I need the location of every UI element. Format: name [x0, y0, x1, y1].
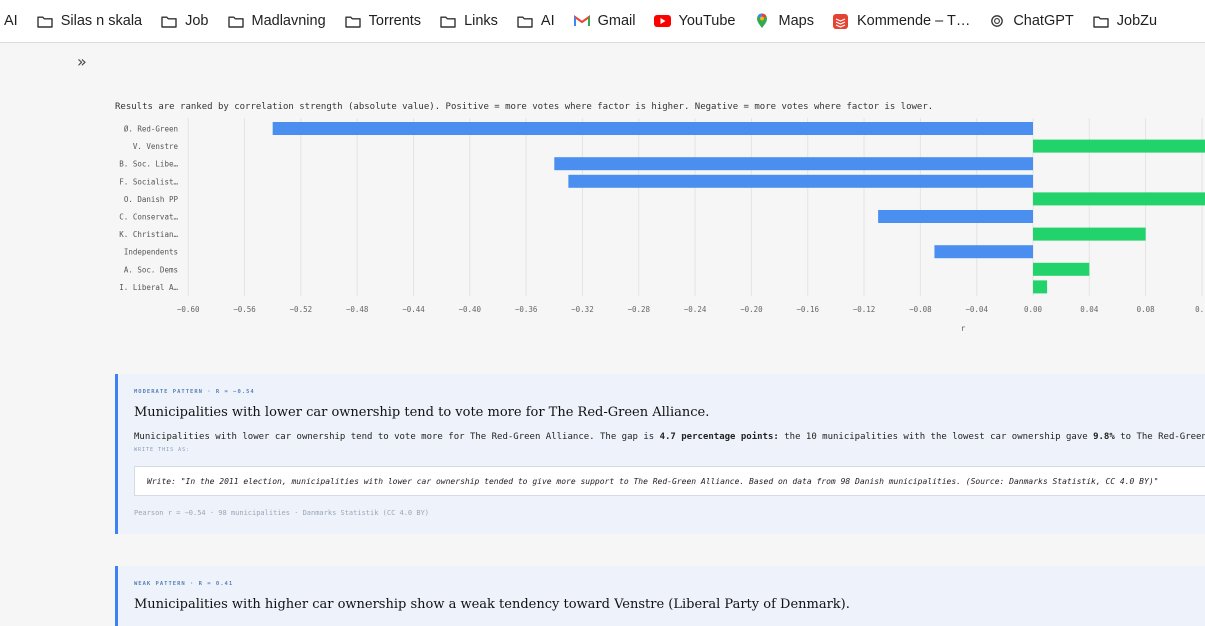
bookmark-6[interactable]: AI	[516, 13, 555, 29]
tick-label-8: −0.28	[627, 305, 650, 314]
folder-icon	[439, 14, 457, 28]
bookmark-label: Madlavning	[251, 13, 326, 29]
gmail-icon	[573, 14, 591, 28]
body-bold-share: 9.8%	[1093, 432, 1115, 442]
bar-8	[1033, 262, 1090, 276]
bookmark-5[interactable]: Links	[439, 13, 498, 29]
bookmark-label: Silas n skala	[60, 13, 143, 29]
insight-card-2: WEAK PATTERN · R = 0.41 Municipalities w…	[115, 566, 1205, 626]
tick-label-4: −0.44	[402, 305, 425, 314]
bookmark-label: Links	[464, 13, 498, 29]
bookmark-7[interactable]: Gmail	[573, 13, 636, 29]
folder-icon	[160, 14, 178, 28]
bookmark-label: Kommende – T…	[856, 13, 971, 29]
insight-card-1: MODERATE PATTERN · R = −0.54 Municipalit…	[115, 374, 1205, 534]
suggested-quote[interactable]: Write: "In the 2011 election, municipali…	[134, 466, 1205, 496]
bookmark-label: ChatGPT	[1013, 13, 1074, 29]
folder-icon	[227, 14, 245, 28]
tick-label-17: 0.08	[1137, 305, 1156, 314]
body-text-2: the 10 municipalities with the lowest ca…	[778, 432, 1094, 442]
body-text-1: Municipalities with lower car ownership …	[134, 432, 660, 442]
tick-label-9: −0.24	[684, 305, 707, 314]
x-axis-label: r	[961, 324, 966, 333]
maps-icon	[753, 13, 771, 28]
card-headline: Municipalities with lower car ownership …	[134, 405, 710, 420]
chart-description: Results are ranked by correlation streng…	[115, 102, 934, 112]
bookmark-label: Torrents	[368, 13, 422, 29]
folder-icon	[516, 14, 534, 28]
todoist-icon	[832, 13, 850, 29]
folder-icon	[36, 14, 54, 28]
tick-label-14: −0.04	[965, 305, 988, 314]
category-label-1: V. Venstre	[133, 142, 179, 151]
category-label-6: K. Christian…	[119, 230, 178, 239]
tick-label-12: −0.12	[853, 305, 876, 314]
bar-7	[934, 245, 1033, 259]
bar-9	[1033, 280, 1048, 294]
bookmark-1[interactable]: Silas n skala	[36, 13, 142, 29]
bar-3	[568, 174, 1033, 188]
category-label-0: Ø. Red-Green	[124, 125, 178, 134]
bookmark-label: JobZu	[1116, 13, 1158, 29]
category-label-2: B. Soc. Libe…	[119, 160, 178, 169]
bookmark-2[interactable]: Job	[160, 13, 209, 29]
bookmark-9[interactable]: Maps	[753, 13, 814, 29]
pattern-tag: MODERATE PATTERN · R = −0.54	[134, 389, 255, 395]
tick-label-18: 0.1	[1195, 305, 1205, 314]
tick-label-11: −0.16	[796, 305, 819, 314]
bar-0	[272, 122, 1033, 135]
tick-label-7: −0.32	[571, 305, 594, 314]
bookmark-label: AI	[4, 13, 18, 29]
pattern-tag: WEAK PATTERN · R = 0.41	[134, 581, 234, 587]
tick-label-5: −0.40	[459, 305, 482, 314]
bookmarks-bar: AI Silas n skala Job Madlavning Torrents Link…	[0, 0, 1205, 43]
bookmark-12[interactable]: JobZu	[1092, 13, 1157, 29]
card-body: Municipalities with lower car ownership …	[134, 432, 1205, 442]
folder-icon	[344, 14, 362, 28]
category-label-8: A. Soc. Dems	[124, 265, 178, 274]
category-label-4: O. Danish PP	[124, 195, 179, 204]
bookmark-label: Job	[185, 13, 209, 29]
bar-1	[1033, 139, 1205, 153]
bookmark-0[interactable]: AI	[4, 13, 18, 29]
bookmark-4[interactable]: Torrents	[344, 13, 421, 29]
bookmark-label: Maps	[778, 13, 814, 29]
tick-label-3: −0.48	[346, 305, 369, 314]
folder-icon	[1092, 14, 1110, 28]
card-footer: Pearson r = −0.54 · 98 municipalities · …	[134, 509, 430, 517]
tick-label-1: −0.56	[233, 305, 256, 314]
tick-label-10: −0.20	[740, 305, 763, 314]
bar-4	[1033, 192, 1205, 206]
bookmark-8[interactable]: YouTube	[654, 13, 736, 29]
tick-label-6: −0.36	[515, 305, 538, 314]
tick-label-15: 0.00	[1024, 305, 1043, 314]
bookmark-label: Gmail	[597, 13, 636, 29]
category-label-3: F. Socialist…	[119, 177, 178, 186]
tick-label-16: 0.04	[1080, 305, 1099, 314]
tick-label-0: −0.60	[177, 305, 200, 314]
bar-2	[554, 157, 1033, 171]
bookmark-10[interactable]: Kommende – T…	[832, 13, 970, 29]
body-bold-gap: 4.7 percentage points:	[659, 432, 779, 442]
category-label-9: I. Liberal A…	[119, 283, 178, 292]
category-label-7: Independents	[124, 248, 178, 257]
expand-sidebar-button[interactable]: »	[77, 52, 87, 71]
tick-label-2: −0.52	[290, 305, 313, 314]
category-label-5: C. Conservat…	[119, 213, 178, 222]
chatgpt-icon	[988, 14, 1006, 28]
body-text-3: to The Red-Green Alliance	[1120, 432, 1205, 442]
bookmark-label: AI	[540, 13, 555, 29]
bookmark-11[interactable]: ChatGPT	[988, 13, 1074, 29]
bookmark-label: YouTube	[678, 13, 736, 29]
bar-5	[878, 210, 1033, 223]
bookmark-3[interactable]: Madlavning	[227, 13, 326, 29]
write-this-as-label: WRITE THIS AS:	[134, 447, 191, 453]
tick-label-13: −0.08	[909, 305, 932, 314]
bar-6	[1033, 227, 1146, 241]
correlation-bar-chart: Ø. Red-Green V. Venstre B. Soc. Libe… F. So…	[119, 118, 1205, 333]
youtube-icon	[654, 14, 672, 28]
